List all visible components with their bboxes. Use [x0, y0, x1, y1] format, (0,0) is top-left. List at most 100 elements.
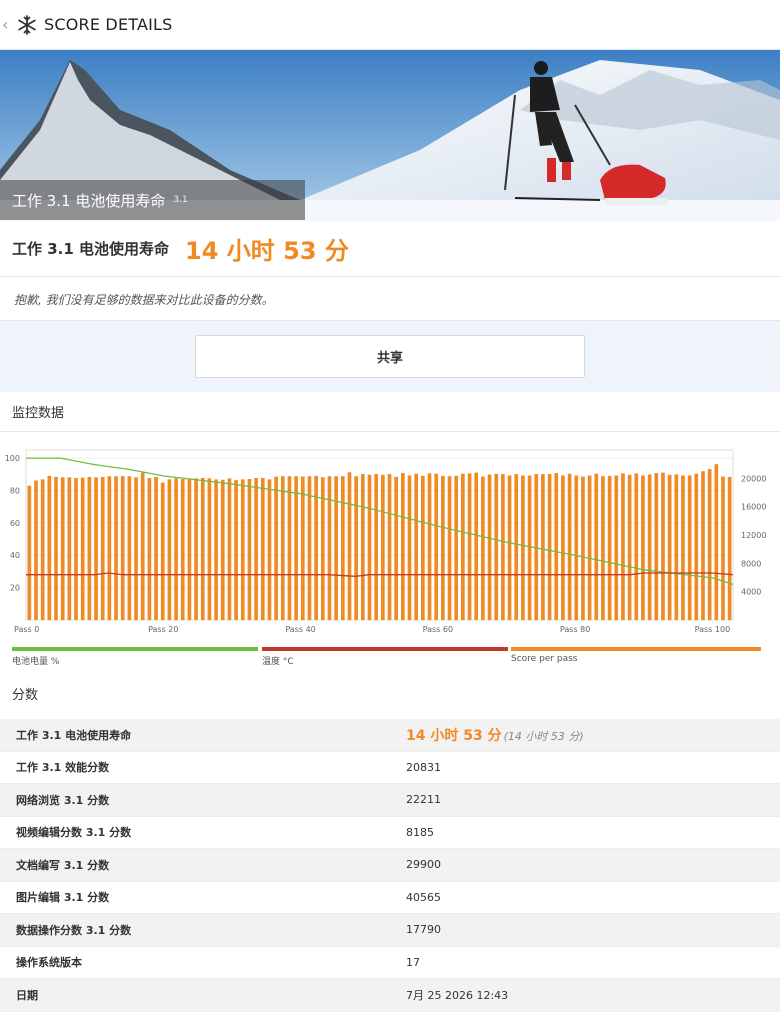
page-title: SCORE DETAILS — [44, 15, 173, 34]
score-bar — [94, 477, 98, 620]
table-row: 工作 3.1 电池使用寿命 14 小时 53 分 (14 小时 53 分) — [0, 719, 780, 752]
score-value: 8185 — [406, 826, 780, 839]
result-row: 工作 3.1 电池使用寿命 14 小时 53 分 — [0, 221, 780, 277]
score-bar — [194, 478, 198, 620]
score-value: 22211 — [406, 793, 780, 806]
score-bar — [687, 475, 692, 620]
score-name: 网络浏览 3.1 分数 — [16, 793, 110, 807]
snowflake-icon — [16, 14, 38, 36]
share-button[interactable]: 共享 — [195, 335, 585, 378]
score-bar — [387, 474, 392, 620]
result-name: 工作 3.1 电池使用寿命 — [12, 240, 170, 258]
x-tick-label: Pass 100 — [695, 625, 731, 634]
scores-table: 工作 3.1 电池使用寿命 14 小时 53 分 (14 小时 53 分) 工作 3.… — [0, 719, 780, 1012]
score-bar — [27, 485, 32, 620]
score-bar — [334, 476, 338, 620]
table-row: 操作系统版本 17 — [0, 947, 780, 979]
table-row: 文档编写 3.1 分数 29900 — [0, 849, 780, 882]
score-bar — [354, 476, 358, 620]
table-row: 网络浏览 3.1 分数 22211 — [0, 784, 780, 817]
score-bar — [220, 479, 225, 620]
y-tick-label: 40 — [10, 551, 20, 560]
y2-tick-label: 12000 — [741, 531, 766, 540]
score-bar — [567, 473, 572, 620]
score-bar — [107, 476, 112, 620]
legend-score-label: Score per pass — [511, 654, 578, 664]
score-bar — [707, 469, 712, 620]
score-bar — [661, 472, 665, 620]
score-bar — [727, 476, 732, 620]
score-bar — [374, 474, 378, 620]
score-bar — [594, 473, 599, 620]
score-bar — [34, 480, 38, 620]
score-bar — [481, 476, 485, 620]
score-bar — [347, 472, 352, 620]
score-bar — [47, 475, 52, 620]
x-tick-label: Pass 20 — [148, 625, 178, 634]
score-bar — [367, 474, 372, 620]
score-bar — [381, 474, 385, 620]
score-value-text: 7月 25 2026 12:43 — [406, 988, 509, 1002]
legend-temperature-label: 温度 °C — [262, 657, 294, 667]
score-bar — [80, 477, 85, 620]
score-bar — [514, 474, 519, 620]
y2-tick-label: 16000 — [741, 503, 766, 512]
y2-tick-label: 20000 — [741, 474, 766, 483]
score-bar — [434, 473, 439, 620]
score-bar — [127, 476, 132, 620]
score-bar — [454, 475, 459, 620]
score-bar — [601, 476, 605, 620]
result-card: 工作 3.1 电池使用寿命 14 小时 53 分 抱歉, 我们没有足够的数据来对… — [0, 221, 780, 321]
y-tick-label: 20 — [10, 584, 20, 593]
score-bar — [507, 475, 512, 620]
result-value: 14 小时 53 分 — [185, 237, 349, 265]
hero-title: 工作 3.1 电池使用寿命 — [12, 191, 166, 210]
score-bar — [280, 476, 285, 620]
score-bar — [307, 476, 312, 620]
score-bar — [294, 476, 298, 620]
score-bar — [120, 476, 125, 620]
x-tick-label: Pass 0 — [14, 625, 39, 634]
score-bar — [287, 476, 292, 620]
score-bar — [327, 476, 332, 620]
score-bar — [401, 473, 405, 620]
score-bar — [140, 472, 145, 620]
score-bar — [634, 473, 639, 620]
score-bar — [147, 477, 152, 620]
score-value-text: 14 小时 53 分 — [406, 727, 502, 744]
score-bar — [467, 473, 472, 620]
score-name: 工作 3.1 效能分数 — [16, 761, 110, 775]
score-bar — [180, 479, 185, 620]
score-bar — [67, 477, 72, 620]
legend-score: Score per pass — [511, 647, 761, 664]
score-bar — [214, 479, 218, 620]
x-tick-label: Pass 60 — [423, 625, 453, 634]
score-bar — [587, 475, 592, 620]
result-note: 抱歉, 我们没有足够的数据来对比此设备的分数。 — [14, 292, 274, 307]
score-bar — [574, 475, 579, 620]
table-row: 视频编辑分数 3.1 分数 8185 — [0, 817, 780, 849]
x-tick-label: Pass 40 — [285, 625, 315, 634]
score-bar — [360, 474, 365, 620]
score-value: 20831 — [406, 761, 780, 774]
score-bar — [641, 475, 645, 620]
score-bar — [674, 474, 679, 620]
monitor-chart: 20 40 60 80 100 4000 8000 12000 16000 20000 Pass 0… — [0, 440, 780, 640]
score-name: 数据操作分数 3.1 分数 — [16, 923, 132, 937]
score-bar — [421, 475, 425, 620]
score-bar — [521, 475, 525, 620]
score-bar — [300, 476, 305, 620]
table-row: 图片编辑 3.1 分数 40565 — [0, 882, 780, 914]
score-bar — [414, 473, 419, 620]
score-bar — [200, 477, 205, 620]
score-value-text: 17790 — [406, 923, 441, 937]
y-tick-label: 60 — [10, 519, 20, 528]
score-bar — [621, 473, 625, 620]
score-bar — [154, 476, 158, 620]
monitor-title: 监控数据 — [0, 392, 780, 432]
score-bar — [721, 476, 725, 620]
score-bar — [581, 476, 585, 620]
hero-version: 3.1 — [173, 195, 188, 205]
legend-battery-label: 电池电量 % — [12, 657, 60, 667]
chevron-left-icon[interactable]: ‹ — [2, 0, 16, 50]
